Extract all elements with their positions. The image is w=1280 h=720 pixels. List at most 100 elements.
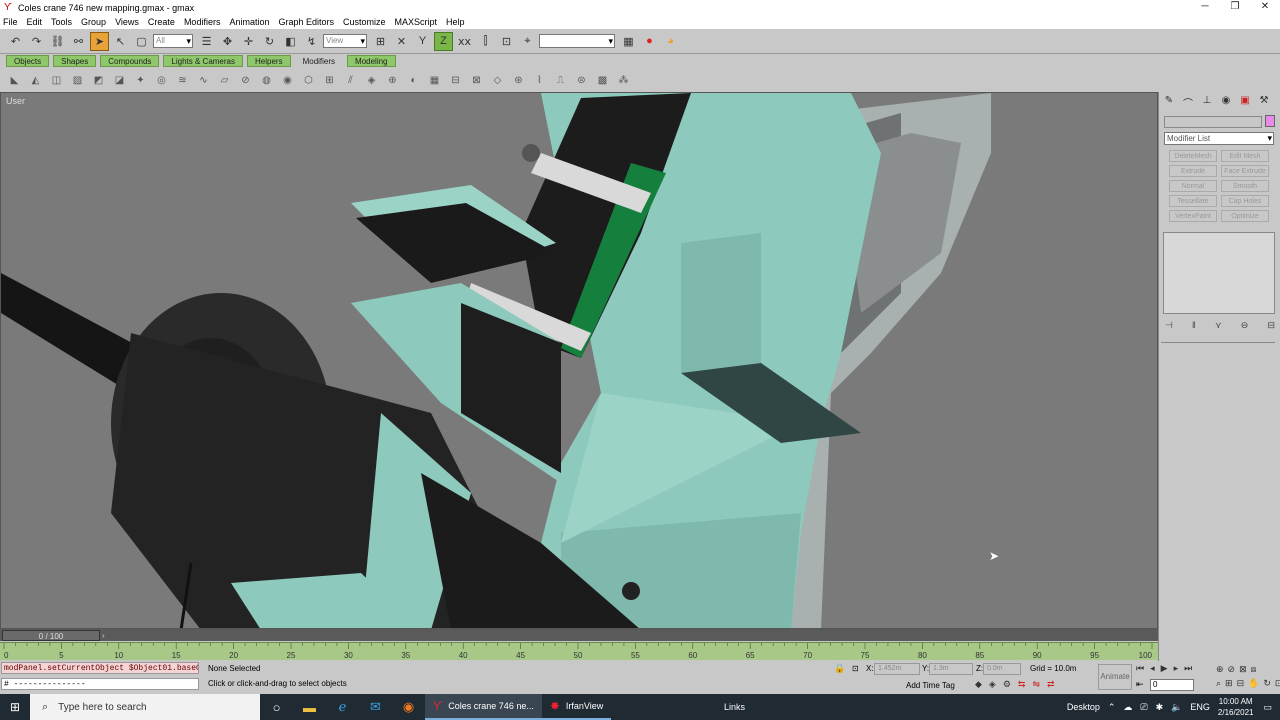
affect-region-icon[interactable]: ⬡	[300, 72, 317, 89]
viewport-user[interactable]: User ⟂ ➤	[0, 92, 1158, 629]
undo-icon[interactable]: ↶	[6, 32, 25, 51]
close-button[interactable]: ✕	[1250, 0, 1280, 15]
transform-key-icon[interactable]: ⇆	[1018, 679, 1026, 690]
maximize-viewport-icon[interactable]: ⊡	[1275, 678, 1280, 689]
firefox-icon[interactable]: ◉	[392, 694, 425, 720]
render-icon[interactable]: ●	[640, 32, 659, 51]
modify-tab-icon[interactable]: ⌒	[1180, 95, 1196, 110]
ref-coord-dropdown[interactable]: View	[323, 34, 367, 48]
mirror-mod-icon[interactable]: ⫽	[342, 72, 359, 89]
wave-icon[interactable]: ∿	[195, 72, 212, 89]
link-icon[interactable]: ⛓	[48, 32, 67, 51]
twist-icon[interactable]: ◫	[48, 72, 65, 89]
arc-rotate-icon[interactable]: ↻	[1263, 678, 1271, 689]
menu-tools[interactable]: Tools	[51, 17, 72, 27]
bluetooth-icon[interactable]: ✱	[1156, 702, 1164, 713]
menu-modifiers[interactable]: Modifiers	[184, 17, 221, 27]
track-bar[interactable]: 0 5 10 15 20 25 30 35 40 45 50 55 60 65 70 75 80 85 90 95 10…	[0, 642, 1158, 660]
push-icon[interactable]: ✦	[132, 72, 149, 89]
tab-modifiers[interactable]: Modifiers	[294, 55, 344, 67]
preserve-icon[interactable]: ◐	[405, 72, 422, 89]
material-editor-icon[interactable]: ▦	[619, 32, 638, 51]
configure-sets-icon[interactable]: ⊟	[1267, 320, 1275, 331]
tab-modeling[interactable]: Modeling	[347, 55, 396, 67]
displace-icon[interactable]: ◈	[363, 72, 380, 89]
tab-objects[interactable]: Objects	[6, 55, 50, 67]
links-toolbar[interactable]: Links	[724, 694, 745, 720]
modifier-stack[interactable]	[1163, 232, 1275, 314]
modifier-list-dropdown[interactable]: Modifier List	[1164, 132, 1274, 145]
noise-icon[interactable]: ▨	[69, 72, 86, 89]
menu-help[interactable]: Help	[446, 17, 465, 27]
menu-graph-editors[interactable]: Graph Editors	[278, 17, 334, 27]
redo-icon[interactable]: ↷	[27, 32, 46, 51]
align-icon[interactable]: ⌖	[518, 32, 537, 51]
current-frame-field[interactable]: 0	[1150, 679, 1194, 691]
pan-icon[interactable]: ✋	[1248, 678, 1259, 689]
region-zoom-icon[interactable]: ⧈	[1251, 664, 1257, 675]
face-extrude-button[interactable]: Face Extrude	[1221, 165, 1269, 177]
zoom-icon[interactable]: ⌕	[1216, 678, 1221, 689]
menu-create[interactable]: Create	[148, 17, 175, 27]
select-name-list-icon[interactable]: ☰	[197, 32, 216, 51]
smooth-button[interactable]: Smooth	[1221, 180, 1269, 192]
y-coord-field[interactable]: 1.3m	[929, 663, 973, 675]
optimize-mod-icon[interactable]: ⎍	[552, 72, 569, 89]
restrict-z-icon[interactable]: Z	[434, 31, 453, 51]
hierarchy-tab-icon[interactable]: ⊥	[1199, 95, 1215, 109]
key-mode-icon[interactable]: ◆	[975, 679, 982, 690]
slice-icon[interactable]: ⊘	[237, 72, 254, 89]
language-indicator[interactable]: ENG	[1190, 702, 1210, 712]
selection-filter-dropdown[interactable]: All	[153, 34, 193, 48]
mail-icon[interactable]: ✉	[359, 694, 392, 720]
maxscript-listener-output[interactable]: modPanel.setCurrentObject $Object01.base…	[1, 662, 199, 674]
desktop-toolbar[interactable]: Desktop	[1067, 702, 1100, 712]
prev-frame-icon[interactable]: ◂	[1150, 663, 1155, 674]
menu-group[interactable]: Group	[81, 17, 106, 27]
transform-mode-icon[interactable]: ⊡	[852, 664, 859, 673]
viewport-label[interactable]: User	[6, 96, 25, 106]
menu-customize[interactable]: Customize	[343, 17, 386, 27]
network-icon[interactable]: ⎚	[1140, 702, 1147, 713]
bend-icon[interactable]: ◣	[6, 72, 23, 89]
taskbar-app-gmax[interactable]: ϒ Coles crane 746 ne...	[425, 694, 542, 720]
zoom-extents-icon[interactable]: ⊟	[1237, 678, 1245, 689]
pin-stack-icon[interactable]: ⊣	[1165, 320, 1173, 331]
volume-icon[interactable]: 🔈	[1171, 702, 1182, 713]
named-selection-dropdown[interactable]	[539, 34, 615, 48]
shell-icon[interactable]: ◍	[258, 72, 275, 89]
relax-icon[interactable]: ◎	[153, 72, 170, 89]
show-end-result-icon[interactable]: ‖	[1192, 320, 1196, 331]
animate-button[interactable]: Animate	[1098, 664, 1132, 690]
key-filter-icon[interactable]: ⚙	[1003, 679, 1011, 690]
tessellate-button[interactable]: Tessellate	[1169, 195, 1217, 207]
restrict-xy-icon[interactable]: ⅹⅹ	[455, 32, 474, 51]
maximize-button[interactable]: ❐	[1220, 0, 1250, 15]
cloud-icon[interactable]: ☁	[1123, 702, 1132, 713]
object-color-swatch[interactable]	[1265, 115, 1275, 127]
snap-icon[interactable]: ↯	[302, 32, 321, 51]
tab-lights-cameras[interactable]: Lights & Cameras	[163, 55, 243, 67]
taskbar-app-irfanview[interactable]: ✸ IrfanView	[541, 694, 612, 720]
poly-select-icon[interactable]: ◇	[489, 72, 506, 89]
deletemesh-button[interactable]: DeleteMesh	[1169, 150, 1217, 162]
region-select-icon[interactable]: ▢	[132, 32, 151, 51]
zoom-extents-all-icon[interactable]: ⊠	[1239, 664, 1247, 675]
file-explorer-icon[interactable]: ▬	[293, 694, 326, 720]
array-icon[interactable]: ⊡	[497, 32, 516, 51]
material-mod-icon[interactable]: ⊜	[573, 72, 590, 89]
scale-key-icon[interactable]: ⇄	[1047, 679, 1055, 690]
x-coord-field[interactable]: 1.452m	[874, 663, 920, 675]
mesh-select-icon[interactable]: ⊠	[468, 72, 485, 89]
make-unique-icon[interactable]: ⋎	[1215, 320, 1222, 331]
pivot-center-icon[interactable]: ⊞	[371, 32, 390, 51]
vertexpaint-button[interactable]: VertexPaint	[1169, 210, 1217, 222]
smooth-mod-icon[interactable]: ⌇	[531, 72, 548, 89]
cap-holes-button[interactable]: Cap Holes	[1221, 195, 1269, 207]
ripple-icon[interactable]: ≋	[174, 72, 191, 89]
goto-end-icon[interactable]: ⏭	[1184, 663, 1192, 674]
key-mode-toggle-icon[interactable]: ⇤	[1136, 679, 1144, 690]
tray-chevron-icon[interactable]: ⌃	[1108, 702, 1116, 713]
vertex-paint-icon[interactable]: ⁂	[615, 72, 632, 89]
rotate-icon[interactable]: ↻	[260, 32, 279, 51]
